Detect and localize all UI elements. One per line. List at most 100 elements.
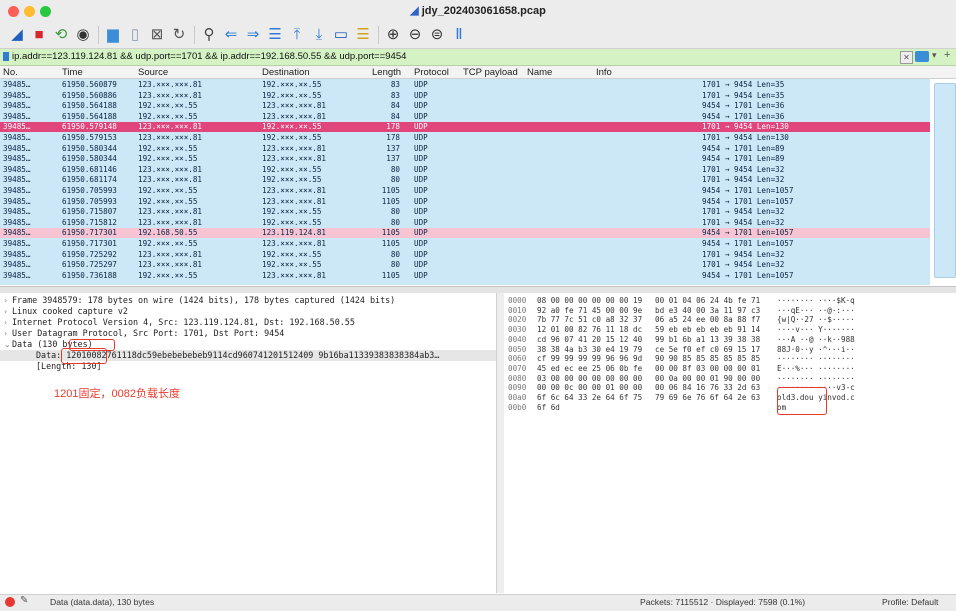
start-capture-icon[interactable]: ◢	[8, 26, 26, 44]
hex-offset: 0000	[508, 296, 527, 305]
packet-time: 61950.564188	[62, 111, 117, 121]
capture-options-icon[interactable]: ◉	[74, 26, 92, 44]
column-header-no[interactable]: No.	[3, 67, 18, 78]
hex-row[interactable]: 0080 03 00 00 00 00 00 00 00 00 0a 00 00 0…	[504, 374, 956, 384]
hex-row[interactable]: 00b0 6f 6d om	[504, 403, 956, 413]
packet-row[interactable]: 39485… 61950.717301 192.×××.××.55 123.×××.×…	[0, 239, 930, 249]
edit-comment-icon[interactable]: ✎	[20, 595, 28, 606]
hex-row[interactable]: 0020 7b 77 7c 51 c0 a8 32 37 06 a5 24 ee 0…	[504, 315, 956, 325]
column-header-name[interactable]: Name	[527, 67, 552, 78]
packet-bytes-pane: 0000 08 00 00 00 00 00 00 19 00 01 04 06 2…	[504, 293, 956, 593]
detail-ip[interactable]: Internet Protocol Version 4, Src: 123.11…	[12, 317, 355, 327]
hex-row[interactable]: 0010 92 a0 fe 71 45 00 00 9e bd e3 40 00 3…	[504, 306, 956, 316]
go-to-packet-icon[interactable]: ☰	[266, 26, 284, 44]
hex-row[interactable]: 0040 cd 96 07 41 20 15 12 40 99 b1 6b a1 1…	[504, 335, 956, 345]
packet-row[interactable]: 39485… 61950.564188 192.×××.××.55 123.×××.×…	[0, 112, 930, 122]
hex-row[interactable]: 0090 00 00 0c 00 00 01 00 00 00 06 84 16 7…	[504, 383, 956, 393]
restart-capture-icon[interactable]: ⟲	[52, 26, 70, 44]
zoom-in-icon[interactable]: ⊕	[384, 26, 402, 44]
last-packet-icon[interactable]: ⤓	[310, 26, 328, 44]
packet-source: 123.×××.×××.81	[138, 80, 203, 89]
packet-row[interactable]: 39485… 61950.681146 123.×××.×××.81 192.×××.…	[0, 165, 930, 175]
packet-row[interactable]: 39485… 61950.579148 123.×××.×××.81 192.×××.…	[0, 122, 930, 132]
go-forward-icon[interactable]: ⇒	[244, 26, 262, 44]
detail-frame[interactable]: Frame 3948579: 178 bytes on wire (1424 b…	[12, 295, 395, 305]
packet-destination: 123.119.124.81	[262, 228, 327, 238]
column-header-destination[interactable]: Destination	[262, 67, 310, 78]
hex-row[interactable]: 0070 45 ed ec ee 25 06 0b fe 00 00 8f 03 0…	[504, 364, 956, 374]
hex-offset: 0030	[508, 325, 527, 335]
column-header-tcp-payload[interactable]: TCP payload	[463, 67, 518, 78]
packet-list-scrollbar[interactable]	[930, 79, 956, 285]
packet-info: 9454 → 1701 Len=89	[702, 154, 785, 164]
first-packet-icon[interactable]: ⤒	[288, 26, 306, 44]
auto-scroll-icon[interactable]: ▭	[332, 26, 350, 44]
packet-row[interactable]: 39485… 61950.736188 192.×××.××.55 123.×××.×…	[0, 271, 930, 281]
packet-list[interactable]: 39485… 61950.560879 123.×××.×××.81 192.×××.…	[0, 79, 930, 285]
packet-info: 1701 → 9454 Len=130	[702, 133, 789, 142]
apply-filter-button[interactable]	[915, 51, 929, 62]
expand-arrow-icon[interactable]: ›	[4, 307, 7, 316]
expand-arrow-icon[interactable]: ›	[4, 318, 7, 327]
hex-bytes-1: 00 00 0c 00 00 01 00 00	[537, 383, 643, 393]
packet-row[interactable]: 39485… 61950.725297 123.×××.×××.81 192.×××.…	[0, 260, 930, 270]
expand-arrow-icon[interactable]: ›	[4, 329, 7, 338]
clear-filter-icon[interactable]: ✕	[900, 51, 913, 64]
resize-columns-icon[interactable]: Ⅱ	[450, 26, 468, 44]
packet-number: 39485…	[3, 239, 31, 248]
hex-row[interactable]: 00a0 6f 6c 64 33 2e 64 6f 75 79 69 6e 76 6…	[504, 393, 956, 403]
packet-row[interactable]: 39485… 61950.725292 123.×××.×××.81 192.×××.…	[0, 250, 930, 260]
packet-number: 39485…	[3, 133, 31, 142]
detail-udp[interactable]: User Datagram Protocol, Src Port: 1701, …	[12, 328, 284, 338]
column-header-info[interactable]: Info	[596, 67, 612, 78]
go-back-icon[interactable]: ⇐	[222, 26, 240, 44]
add-filter-icon[interactable]: +	[944, 49, 950, 61]
column-header-length[interactable]: Length	[372, 67, 401, 78]
normal-size-icon[interactable]: ⊜	[428, 26, 446, 44]
bookmark-icon[interactable]	[3, 52, 9, 61]
column-header-protocol[interactable]: Protocol	[414, 67, 449, 78]
packet-row[interactable]: 39485… 61950.715812 123.×××.×××.81 192.×××.…	[0, 218, 930, 228]
colorize-icon[interactable]: ☰	[354, 26, 372, 44]
status-packets: Packets: 7115512 · Displayed: 7598 (0.1%…	[640, 597, 806, 607]
packet-length: 1105	[381, 186, 400, 195]
hex-row[interactable]: 0050 38 38 4a b3 30 e4 19 79 ce 5e f0 ef c…	[504, 345, 956, 355]
display-filter-bar[interactable]: ip.addr==123.119.124.81 && udp.port==170…	[0, 49, 956, 66]
close-file-icon[interactable]: ⊠	[148, 26, 166, 44]
packet-destination: 123.×××.×××.81	[262, 154, 327, 164]
packet-row[interactable]: 39485… 61950.717301 192.168.50.55 123.119.1…	[0, 228, 930, 238]
expert-info-icon[interactable]	[5, 597, 15, 607]
collapse-arrow-icon[interactable]: ⌄	[4, 340, 11, 349]
expand-arrow-icon[interactable]: ›	[4, 296, 7, 305]
hex-row[interactable]: 0000 08 00 00 00 00 00 00 19 00 01 04 06 2…	[504, 296, 956, 306]
display-filter-input[interactable]: ip.addr==123.119.124.81 && udp.port==170…	[12, 51, 406, 62]
packet-time: 61950.715812	[62, 217, 117, 227]
hex-row[interactable]: 0060 cf 99 99 99 99 96 96 9d 90 90 85 85 8…	[504, 354, 956, 364]
save-file-icon[interactable]: ▯	[126, 26, 144, 44]
filter-dropdown-icon[interactable]: ▾	[932, 50, 937, 61]
detail-linux-cooked[interactable]: Linux cooked capture v2	[12, 306, 128, 316]
packet-row[interactable]: 39485… 61950.681174 123.×××.×××.81 192.×××.…	[0, 175, 930, 185]
zoom-out-icon[interactable]: ⊖	[406, 26, 424, 44]
column-header-time[interactable]: Time	[62, 67, 83, 78]
packet-row[interactable]: 39485… 61950.715807 123.×××.×××.81 192.×××.…	[0, 207, 930, 217]
packet-row[interactable]: 39485… 61950.560886 123.×××.×××.81 192.×××.…	[0, 91, 930, 101]
column-header-source[interactable]: Source	[138, 67, 168, 78]
find-packet-icon[interactable]: ⚲	[200, 26, 218, 44]
packet-row[interactable]: 39485… 61950.705993 192.×××.××.55 123.×××.×…	[0, 186, 930, 196]
packet-row[interactable]: 39485… 61950.580344 192.×××.××.55 123.×××.×…	[0, 144, 930, 154]
packet-number: 39485…	[3, 122, 31, 132]
packet-row[interactable]: 39485… 61950.580344 192.×××.××.55 123.×××.×…	[0, 154, 930, 164]
packet-row[interactable]: 39485… 61950.705993 192.×××.××.55 123.×××.×…	[0, 197, 930, 207]
packet-length: 83	[390, 80, 400, 89]
stop-capture-icon[interactable]: ■	[30, 26, 48, 44]
scrollbar-thumb[interactable]	[934, 83, 956, 278]
packet-row[interactable]: 39485… 61950.564188 192.×××.××.55 123.×××.×…	[0, 101, 930, 111]
reload-file-icon[interactable]: ↻	[170, 26, 188, 44]
packet-row[interactable]: 39485… 61950.560879 123.×××.×××.81 192.×××.…	[0, 80, 930, 90]
packet-number: 39485…	[3, 90, 31, 100]
hex-row[interactable]: 0030 12 01 00 82 76 11 18 dc 59 eb eb eb e…	[504, 325, 956, 335]
packet-row[interactable]: 39485… 61950.579153 123.×××.×××.81 192.×××.…	[0, 133, 930, 143]
open-file-icon[interactable]: ▆	[104, 26, 122, 44]
status-profile[interactable]: Profile: Default	[882, 597, 938, 607]
